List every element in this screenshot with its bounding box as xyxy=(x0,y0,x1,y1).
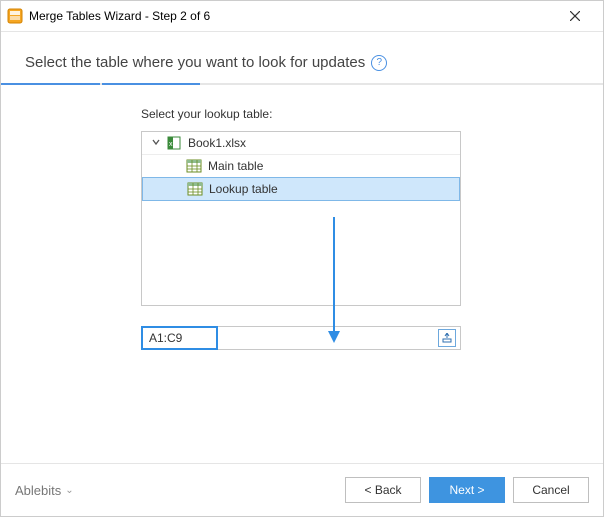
tree-item-main-table[interactable]: Main table xyxy=(142,155,460,178)
chevron-down-icon[interactable] xyxy=(150,136,162,150)
main-content: Select your lookup table: x Book1.xlsx xyxy=(1,85,603,350)
collapse-dialog-button[interactable] xyxy=(438,329,456,347)
chevron-down-icon: ⌄ xyxy=(65,485,73,496)
dialog-footer: Ablebits ⌄ < Back Next > Cancel xyxy=(1,463,603,516)
brand-menu[interactable]: Ablebits ⌄ xyxy=(15,483,74,498)
cancel-button[interactable]: Cancel xyxy=(513,477,589,503)
section-label: Select your lookup table: xyxy=(141,107,603,121)
next-button[interactable]: Next > xyxy=(429,477,505,503)
tree-item-lookup-table[interactable]: Lookup table xyxy=(142,177,460,201)
progress-seg-4 xyxy=(303,83,402,85)
progress-seg-1 xyxy=(1,83,100,85)
svg-text:x: x xyxy=(169,141,173,148)
back-button[interactable]: < Back xyxy=(345,477,421,503)
tree-item-label: Lookup table xyxy=(209,182,278,196)
collapse-icon xyxy=(442,333,452,343)
brand-label: Ablebits xyxy=(15,483,61,498)
titlebar: Merge Tables Wizard - Step 2 of 6 xyxy=(1,1,603,32)
range-row xyxy=(141,326,461,350)
heading-text: Select the table where you want to look … xyxy=(25,54,365,71)
close-button[interactable] xyxy=(555,2,595,30)
progress-seg-3 xyxy=(202,83,301,85)
lookup-table-tree[interactable]: x Book1.xlsx Main table xyxy=(141,131,461,306)
dialog-window: Merge Tables Wizard - Step 2 of 6 Select… xyxy=(0,0,604,517)
progress-seg-6 xyxy=(504,83,603,85)
workbook-icon: x xyxy=(166,135,182,151)
progress-seg-5 xyxy=(404,83,503,85)
app-icon xyxy=(7,8,23,24)
range-input[interactable] xyxy=(141,326,218,350)
tree-item-label: Main table xyxy=(208,159,263,173)
table-icon xyxy=(186,158,202,174)
tree-workbook-row[interactable]: x Book1.xlsx xyxy=(142,132,460,155)
help-icon[interactable]: ? xyxy=(371,55,387,71)
close-icon xyxy=(570,11,580,21)
workbook-name: Book1.xlsx xyxy=(188,136,246,150)
range-display xyxy=(218,326,461,350)
window-title: Merge Tables Wizard - Step 2 of 6 xyxy=(29,9,555,23)
progress-seg-2 xyxy=(102,83,201,85)
step-heading: Select the table where you want to look … xyxy=(1,32,603,83)
table-icon xyxy=(187,181,203,197)
